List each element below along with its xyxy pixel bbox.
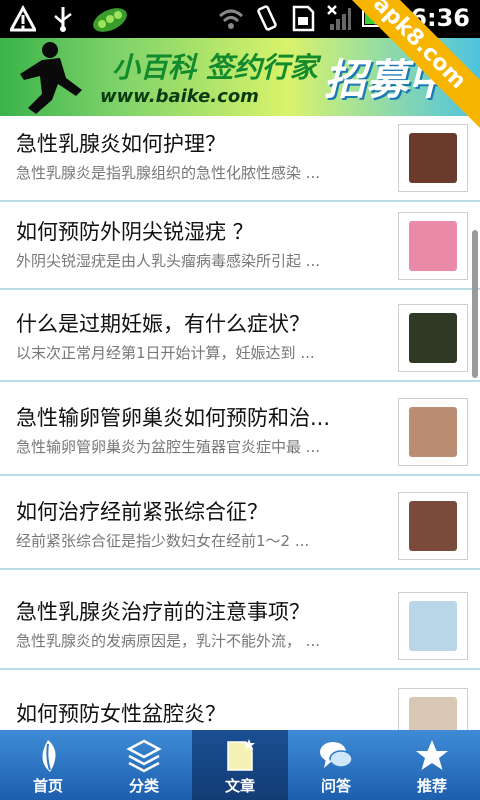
peas-icon: [93, 8, 127, 32]
list-item[interactable]: 急性乳腺炎如何护理？ 急性乳腺炎是指乳腺组织的急性化脓性感染 ...: [0, 116, 480, 202]
battery-icon: [362, 10, 396, 27]
list-item[interactable]: 急性乳腺炎治疗前的注意事项？ 急性乳腺炎的发病原因是，乳汁不能外流， ...: [0, 582, 480, 670]
list-item[interactable]: 急性输卵管卵巢炎如何预防和治... 急性输卵管卵巢炎为盆腔生殖器官炎症中最 ..…: [0, 388, 480, 476]
article-thumbnail: [398, 124, 468, 192]
article-thumbnail: [398, 592, 468, 660]
bottom-tab-bar: 首页 分类 文章 问答 推荐: [0, 730, 480, 800]
article-thumbnail: [398, 492, 468, 560]
list-item[interactable]: 什么是过期妊娠，有什么症状？ 以末次正常月经第1日开始计算，妊娠达到 ...: [0, 294, 480, 382]
article-summary: 急性输卵管卵巢炎为盆腔生殖器官炎症中最 ...: [16, 438, 321, 456]
article-title: 如何预防女性盆腔炎？: [16, 702, 226, 726]
article-summary: 外阴尖锐湿疣是由人乳头瘤病毒感染所引起 ...: [16, 252, 321, 270]
tab-label: 首页: [32, 777, 63, 795]
article-thumbnail: [398, 398, 468, 466]
document-icon: [227, 739, 255, 771]
no-signal-icon: [327, 5, 352, 30]
banner-ad[interactable]: 小百科 签约行家 www.baike.com 招募中: [0, 38, 480, 116]
leaf-icon: [42, 740, 56, 772]
warning-icon: [10, 5, 36, 32]
tab-qa[interactable]: 问答: [288, 730, 384, 800]
article-thumbnail: [398, 688, 468, 730]
vibrate-icon: [257, 5, 278, 31]
tab-category[interactable]: 分类: [96, 730, 192, 800]
sim-icon: [293, 5, 315, 32]
article-title: 急性乳腺炎如何护理？: [16, 132, 226, 156]
tab-recommend[interactable]: 推荐: [384, 730, 480, 800]
usb-icon: [54, 7, 72, 32]
list-item[interactable]: 如何治疗经前紧张综合征？ 经前紧张综合征是指少数妇女在经前1～2 ...: [0, 482, 480, 570]
article-title: 如何治疗经前紧张综合征？: [16, 500, 268, 524]
layers-icon: [126, 739, 162, 773]
tab-label: 文章: [224, 777, 255, 795]
runner-silhouette-icon: [20, 42, 82, 114]
article-thumbnail: [398, 304, 468, 372]
tab-articles[interactable]: 文章: [192, 730, 288, 800]
chat-icon: [320, 742, 353, 768]
article-list[interactable]: 急性乳腺炎如何护理？ 急性乳腺炎是指乳腺组织的急性化脓性感染 ... 如何预防外…: [0, 116, 480, 730]
article-summary: 经前紧张综合征是指少数妇女在经前1～2 ...: [16, 532, 310, 550]
banner-slogan: 小百科 签约行家: [112, 51, 318, 84]
wifi-icon: [219, 9, 244, 29]
article-title: 什么是过期妊娠，有什么症状？: [16, 312, 310, 336]
article-title: 如何预防外阴尖锐湿疣 ？: [16, 220, 254, 244]
clock: 6:36: [410, 4, 470, 32]
article-summary: 急性乳腺炎是指乳腺组织的急性化脓性感染 ...: [16, 164, 321, 182]
status-bar: 6:36: [0, 0, 480, 38]
tab-label: 分类: [128, 777, 159, 795]
tab-home[interactable]: 首页: [0, 730, 96, 800]
tab-label: 问答: [320, 777, 351, 795]
article-title: 急性乳腺炎治疗前的注意事项？: [16, 600, 310, 624]
scrollbar[interactable]: [472, 230, 478, 378]
banner-headline: 招募中: [324, 55, 451, 104]
article-thumbnail: [398, 212, 468, 280]
article-title: 急性输卵管卵巢炎如何预防和治...: [16, 406, 331, 430]
list-item[interactable]: 如何预防外阴尖锐湿疣 ？ 外阴尖锐湿疣是由人乳头瘤病毒感染所引起 ...: [0, 202, 480, 290]
tab-label: 推荐: [416, 777, 447, 795]
article-summary: 急性乳腺炎的发病原因是，乳汁不能外流， ...: [16, 632, 321, 650]
star-icon: [416, 740, 448, 770]
banner-url: www.baike.com: [100, 86, 259, 107]
list-item[interactable]: 如何预防女性盆腔炎？: [0, 678, 480, 730]
article-summary: 以末次正常月经第1日开始计算，妊娠达到 ...: [16, 344, 315, 362]
